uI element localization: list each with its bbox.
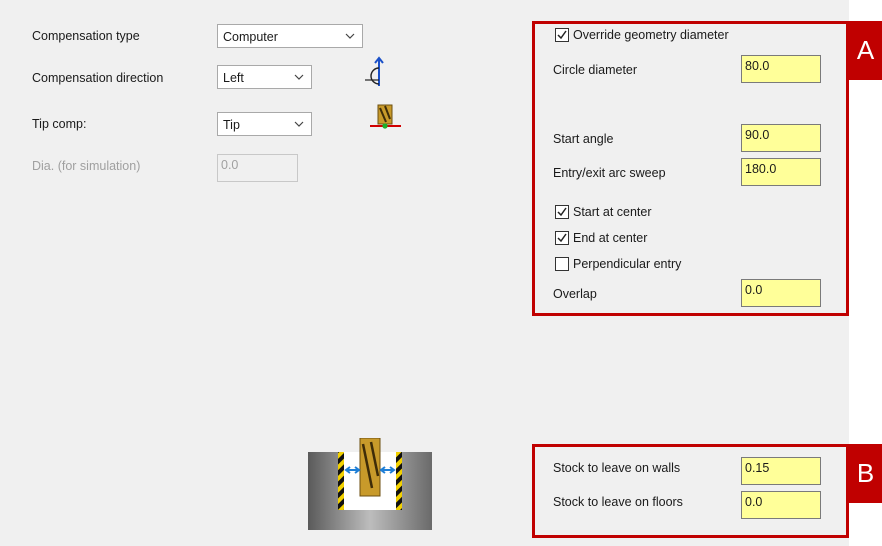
dia-simulation-value: 0.0 xyxy=(221,158,239,172)
section-a-tag: A xyxy=(849,21,882,80)
tip-comp-select[interactable]: Tip xyxy=(217,112,312,136)
chevron-down-icon xyxy=(345,33,355,39)
compensation-direction-label: Compensation direction xyxy=(32,71,164,85)
section-a-highlight xyxy=(532,21,849,316)
tip-comp-icon xyxy=(370,104,401,129)
chevron-down-icon xyxy=(294,121,304,127)
tip-comp-value: Tip xyxy=(223,118,240,132)
compensation-type-select[interactable]: Computer xyxy=(217,24,363,48)
compensation-type-label: Compensation type xyxy=(32,29,140,43)
chevron-down-icon xyxy=(294,74,304,80)
stock-to-leave-diagram xyxy=(308,438,432,530)
compensation-direction-select[interactable]: Left xyxy=(217,65,312,89)
tip-comp-label: Tip comp: xyxy=(32,117,87,131)
section-b-highlight xyxy=(532,444,849,538)
compensation-direction-icon xyxy=(365,56,384,86)
section-b-tag: B xyxy=(849,444,882,503)
compensation-type-value: Computer xyxy=(223,30,278,44)
compensation-direction-value: Left xyxy=(223,71,244,85)
dia-simulation-label: Dia. (for simulation) xyxy=(32,159,141,173)
dia-simulation-input: 0.0 xyxy=(217,154,298,182)
